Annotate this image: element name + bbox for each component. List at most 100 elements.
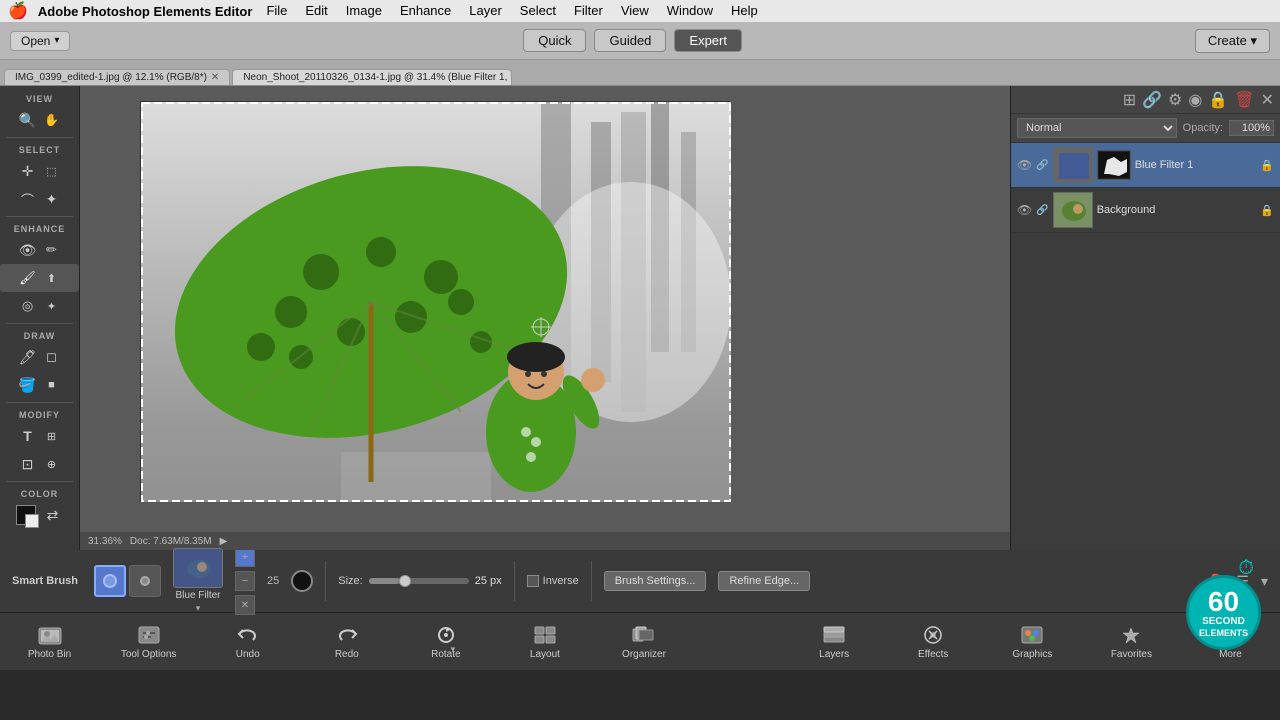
menu-filter[interactable]: Filter bbox=[566, 0, 611, 22]
doc-size: Doc: 7.63M/8.35M bbox=[130, 536, 212, 547]
brush-detail-btn[interactable] bbox=[129, 565, 161, 597]
create-button[interactable]: Create ▾ bbox=[1195, 29, 1270, 53]
brush-mode-sub[interactable]: − bbox=[235, 571, 255, 591]
bg-color-swatch[interactable] bbox=[25, 514, 39, 528]
menu-edit[interactable]: Edit bbox=[297, 0, 335, 22]
nav-undo-label: Undo bbox=[236, 649, 260, 660]
menu-enhance[interactable]: Enhance bbox=[392, 0, 459, 22]
apple-menu[interactable]: 🍎 bbox=[8, 1, 28, 21]
canvas-wrapper[interactable] bbox=[140, 101, 730, 501]
open-dropdown-icon[interactable]: ▾ bbox=[54, 35, 59, 46]
layer-icon-7[interactable]: ✕ bbox=[1261, 90, 1274, 110]
layer-item-0[interactable]: 👁 🔗 Blue Filter 1 bbox=[1011, 143, 1280, 188]
zoom-tool[interactable]: 🔍 ✋ bbox=[0, 106, 79, 134]
menu-image[interactable]: Image bbox=[338, 0, 390, 22]
graphics-icon bbox=[1019, 624, 1045, 646]
paint-bucket-tool[interactable]: 🪣 ■ bbox=[0, 371, 79, 399]
nav-redo-label: Redo bbox=[335, 649, 359, 660]
nav-favorites[interactable]: Favorites bbox=[1082, 613, 1181, 670]
badge-circle[interactable]: 60 SECOND ELEMENTS bbox=[1186, 575, 1261, 650]
organizer-icon bbox=[631, 624, 657, 646]
rotate-dropdown-icon[interactable]: ▾ bbox=[451, 644, 456, 655]
layer-1-link[interactable]: 🔗 bbox=[1036, 205, 1048, 216]
view-section-label: VIEW bbox=[0, 90, 79, 106]
brush-mode-add[interactable]: + bbox=[235, 547, 255, 567]
color-tool[interactable]: ⇄ bbox=[0, 501, 79, 529]
magic-wand-icon: ✦ bbox=[41, 188, 63, 210]
layer-icon-3[interactable]: ⚙ bbox=[1168, 90, 1182, 110]
crop-icon: ⊡ bbox=[17, 453, 39, 475]
layer-0-eye[interactable]: 👁 bbox=[1017, 158, 1032, 172]
menu-file[interactable]: File bbox=[258, 0, 295, 22]
nav-photo-bin-label: Photo Bin bbox=[28, 649, 71, 660]
nav-rotate[interactable]: Rotate ▾ bbox=[396, 613, 495, 670]
layer-icon-4[interactable]: ◉ bbox=[1188, 90, 1202, 110]
size-slider[interactable] bbox=[369, 578, 469, 584]
size-label: Size: bbox=[338, 575, 362, 587]
menu-help[interactable]: Help bbox=[723, 0, 766, 22]
options-divider3 bbox=[591, 561, 592, 601]
brush-settings-button[interactable]: Brush Settings... bbox=[604, 571, 707, 591]
layer-item-1[interactable]: 👁 🔗 Background 🔒 bbox=[1011, 188, 1280, 233]
inverse-label: Inverse bbox=[543, 575, 579, 587]
tab-1[interactable]: Neon_Shoot_20110326_0134-1.jpg @ 31.4% (… bbox=[232, 69, 512, 85]
menu-window[interactable]: Window bbox=[659, 0, 721, 22]
color-swap-icon[interactable]: ⇄ bbox=[42, 504, 64, 526]
blur-tool[interactable]: ◎ ✦ bbox=[0, 292, 79, 320]
type-tool[interactable]: T ⊞ bbox=[0, 422, 79, 450]
layer-1-lock[interactable]: 🔒 bbox=[1260, 204, 1274, 217]
nav-organizer[interactable]: Organizer bbox=[594, 613, 693, 670]
nav-undo[interactable]: Undo bbox=[198, 613, 297, 670]
fg-color-swatch[interactable] bbox=[16, 505, 36, 525]
mode-guided-button[interactable]: Guided bbox=[594, 29, 666, 52]
size-value: 25 px bbox=[475, 575, 502, 587]
enhance-tool[interactable]: 👁 ✏ bbox=[0, 236, 79, 264]
nav-layers[interactable]: Layers bbox=[785, 613, 884, 670]
brush-tool[interactable]: 🖊 ◻ bbox=[0, 343, 79, 371]
size-slider-fill bbox=[369, 578, 399, 584]
size-slider-thumb[interactable] bbox=[399, 575, 411, 587]
nav-effects[interactable]: Effects bbox=[884, 613, 983, 670]
nav-redo[interactable]: Redo bbox=[297, 613, 396, 670]
mode-quick-button[interactable]: Quick bbox=[523, 29, 586, 52]
brush-preset-thumb bbox=[173, 548, 223, 588]
move-tool[interactable]: ✛ ⬚ bbox=[0, 157, 79, 185]
brush-preset-area[interactable]: Blue Filter ▾ bbox=[173, 548, 223, 614]
blend-mode-select[interactable]: Normal Multiply Screen bbox=[1017, 118, 1177, 138]
layer-icon-6[interactable]: 🗑 bbox=[1234, 90, 1254, 110]
layer-icon-2[interactable]: 🔗 bbox=[1142, 90, 1162, 110]
layer-1-eye[interactable]: 👁 bbox=[1017, 203, 1032, 217]
tab-0[interactable]: IMG_0399_edited-1.jpg @ 12.1% (RGB/8*) ✕ bbox=[4, 69, 230, 85]
refine-edge-button[interactable]: Refine Edge... bbox=[718, 571, 810, 591]
menu-layer[interactable]: Layer bbox=[461, 0, 510, 22]
menu-view[interactable]: View bbox=[613, 0, 657, 22]
inverse-checkbox[interactable] bbox=[527, 575, 539, 587]
inverse-checkbox-label[interactable]: Inverse bbox=[527, 575, 579, 587]
opacity-input[interactable] bbox=[1229, 120, 1274, 136]
layer-icon-1[interactable]: ⊞ bbox=[1123, 90, 1136, 110]
layer-0-icon[interactable]: 🔒 bbox=[1260, 159, 1274, 172]
stopwatch-icon: ⏱ bbox=[1238, 557, 1254, 580]
open-button[interactable]: Open ▾ bbox=[10, 31, 70, 51]
nav-layout[interactable]: Layout bbox=[495, 613, 594, 670]
smart-brush-tool[interactable]: 🖌 ⬆ bbox=[0, 264, 79, 292]
layer-icon-5[interactable]: 🔒 bbox=[1208, 90, 1228, 110]
layer-0-link[interactable]: 🔗 bbox=[1036, 160, 1048, 171]
crop-tool[interactable]: ⊡ ⊕ bbox=[0, 450, 79, 478]
mode-expert-button[interactable]: Expert bbox=[674, 29, 742, 52]
smart-brush-title: Smart Brush bbox=[12, 575, 82, 587]
rotate-icon bbox=[433, 624, 459, 646]
brush-regular-btn[interactable] bbox=[94, 565, 126, 597]
brush-mode-cross[interactable]: ✕ bbox=[235, 595, 255, 615]
brush-color[interactable] bbox=[291, 570, 313, 592]
tab-0-close[interactable]: ✕ bbox=[211, 72, 219, 83]
nav-layers-label: Layers bbox=[819, 649, 849, 660]
nav-graphics[interactable]: Graphics bbox=[983, 613, 1082, 670]
canvas-area[interactable]: 31.36% Doc: 7.63M/8.35M ▶ bbox=[80, 86, 1010, 550]
menu-select[interactable]: Select bbox=[512, 0, 564, 22]
nav-photo-bin[interactable]: Photo Bin bbox=[0, 613, 99, 670]
lasso-tool[interactable]: ⌒ ✦ bbox=[0, 185, 79, 213]
nav-tool-options[interactable]: Tool Options bbox=[99, 613, 198, 670]
expand-icon[interactable]: ▶ bbox=[220, 536, 228, 547]
brush-number: 25 bbox=[267, 575, 279, 587]
